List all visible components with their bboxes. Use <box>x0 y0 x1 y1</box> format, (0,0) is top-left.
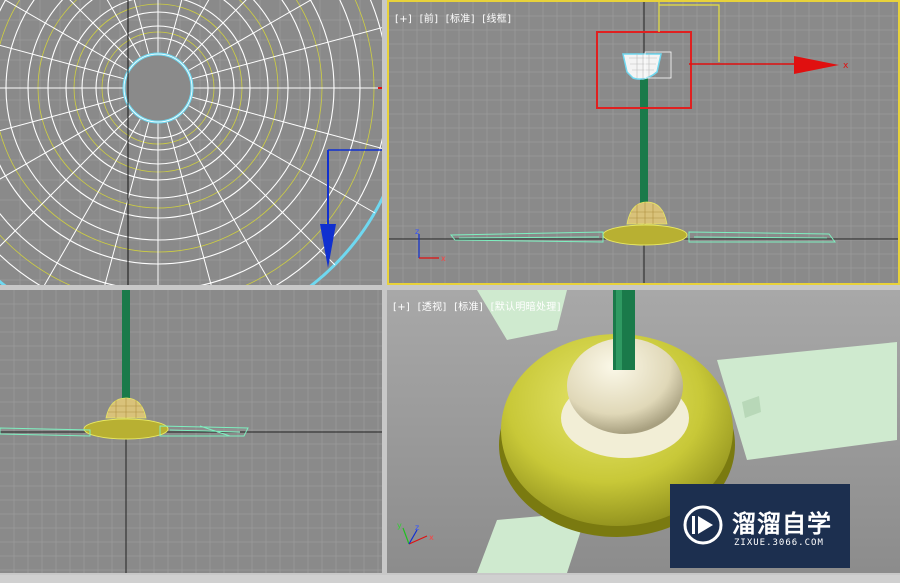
triad-z-label: z <box>415 523 419 532</box>
viewport-render-mode-menu[interactable]: [默认明暗处理] <box>491 302 561 313</box>
axis-triad: z x <box>415 227 446 263</box>
perspective-viewport-menu[interactable]: [+] [透视] [标准] [默认明暗处理] <box>393 298 565 313</box>
viewport-front[interactable]: x z x [+] [前] [标准] [线框] <box>387 0 900 285</box>
triad-x-label: x <box>429 533 434 542</box>
left-view-canvas <box>0 290 382 573</box>
viewport-view-menu[interactable]: [前] <box>420 14 439 25</box>
viewport-left[interactable] <box>0 290 382 573</box>
front-view-canvas: x z x <box>389 2 898 283</box>
motor-housing[interactable] <box>602 201 688 246</box>
watermark-url: ZIXUE.3066.COM <box>734 538 824 548</box>
bottom-strip <box>0 575 900 583</box>
watermark-brand: 溜溜自学 <box>732 510 832 538</box>
triad-x-label: x <box>441 254 446 263</box>
viewport-plus-menu[interactable]: [+] <box>393 302 410 313</box>
triad-y-label: y <box>397 521 402 530</box>
viewport-render-mode-menu[interactable]: [线框] <box>482 14 511 25</box>
motor-housing[interactable] <box>83 397 169 440</box>
front-viewport-menu[interactable]: [+] [前] [标准] [线框] <box>395 10 515 25</box>
viewport-shading-standard-menu[interactable]: [标准] <box>446 14 475 25</box>
pole[interactable] <box>640 78 648 206</box>
axis-x-label: x <box>843 61 849 71</box>
triad-z-label: z <box>415 227 419 236</box>
viewport-top[interactable] <box>0 0 382 285</box>
top-view-canvas <box>0 0 382 285</box>
watermark: 溜溜自学 ZIXUE.3066.COM <box>670 484 850 568</box>
pole[interactable] <box>122 290 130 410</box>
viewport-shading-standard-menu[interactable]: [标准] <box>454 302 483 313</box>
play-logo-icon <box>683 505 723 545</box>
viewport-view-menu[interactable]: [透视] <box>418 302 447 313</box>
viewport-plus-menu[interactable]: [+] <box>395 14 412 25</box>
move-gizmo[interactable]: x <box>658 2 849 74</box>
ceiling-mount[interactable] <box>622 51 672 80</box>
